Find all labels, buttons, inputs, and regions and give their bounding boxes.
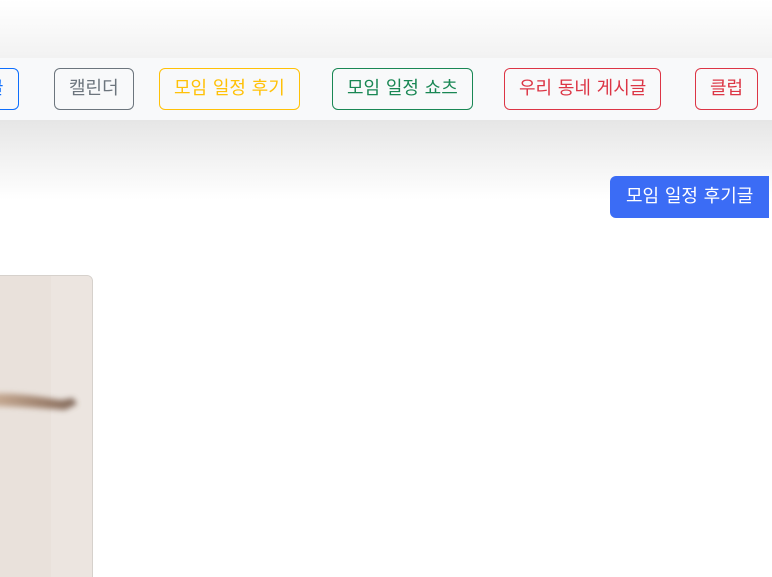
nav-button-meetup-shorts[interactable]: 모임 일정 쇼츠 (332, 68, 473, 110)
nav-button-neighborhood-posts[interactable]: 우리 동네 게시글 (504, 68, 662, 110)
review-thumbnail-card[interactable] (0, 275, 93, 577)
nav-button-posts[interactable]: 글 (0, 68, 19, 110)
review-thumbnail-image (0, 276, 92, 577)
page: 글 캘린더 모임 일정 후기 모임 일정 쇼츠 우리 동네 게시글 클럽 모임 … (0, 0, 772, 577)
top-header-shadow (0, 0, 772, 58)
nav-button-meetup-reviews[interactable]: 모임 일정 후기 (159, 68, 300, 110)
write-review-button[interactable]: 모임 일정 후기글 (610, 176, 770, 218)
nav-button-calendar[interactable]: 캘린더 (54, 68, 134, 110)
nav-button-club[interactable]: 클럽 (695, 68, 759, 110)
